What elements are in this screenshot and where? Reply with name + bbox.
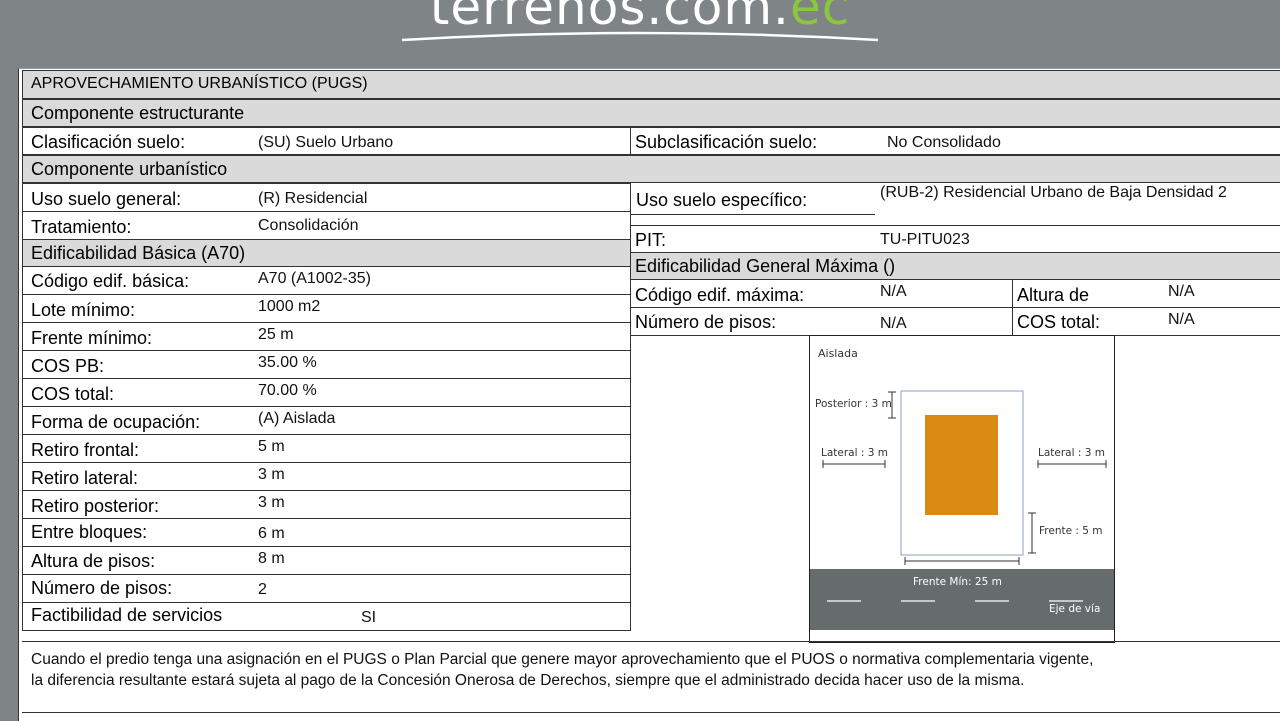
basic-label: Factibilidad de servicios (31, 605, 223, 625)
note-top-border (22, 641, 1280, 642)
uso-especifico-label: Uso suelo específico: (636, 190, 808, 210)
building-block (925, 415, 998, 515)
uso-general-label: Uso suelo general: (31, 189, 182, 209)
legal-note-line-2: la diferencia resultante estará sujeta a… (31, 672, 1025, 689)
pit-label: PIT: (635, 230, 667, 250)
max-cos-label: COS total: (1017, 312, 1101, 332)
edif-basica-title-row: Edificabilidad Básica (A70) (22, 239, 631, 267)
edif-maxima-title-row: Edificabilidad General Máxima () (630, 252, 1280, 280)
basic-label: Frente mínimo: (31, 328, 153, 348)
basic-value: 3 m (258, 466, 285, 483)
note-bottom-border (22, 712, 1280, 713)
basic-label: COS total: (31, 384, 115, 404)
occupation-diagram: Aislada Posterior : 3 m Lateral : 3 m La… (809, 335, 1115, 643)
basic-row-retiro-posterior: Retiro posterior: 3 m (22, 490, 631, 519)
basic-value: A70 (A1002-35) (258, 270, 371, 287)
diagram-title: Aislada (818, 347, 858, 360)
basic-value: 6 m (258, 525, 285, 542)
basic-label: Lote mínimo: (31, 300, 136, 320)
subclasificacion-value: No Consolidado (887, 134, 1001, 151)
section-structural-title: Componente estructurante (31, 103, 245, 123)
basic-row-lote: Lote mínimo: 1000 m2 (22, 294, 631, 323)
basic-label: Número de pisos: (31, 578, 173, 598)
max-codigo-row: Código edif. máxima: N/A Altura de N/A (630, 279, 1280, 308)
basic-row-frente: Frente mínimo: 25 m (22, 322, 631, 351)
section-urban-row: Componente urbanístico (22, 155, 1280, 183)
basic-label: Retiro posterior: (31, 496, 160, 516)
clasificacion-row: Clasificación suelo: (SU) Suelo Urbano (22, 127, 631, 155)
uso-general-value: (R) Residencial (258, 190, 368, 207)
basic-label: Retiro lateral: (31, 468, 139, 488)
max-altura-value: N/A (1168, 283, 1195, 300)
basic-label: Retiro frontal: (31, 440, 140, 460)
clasificacion-value: (SU) Suelo Urbano (258, 134, 394, 151)
basic-value: 35.00 % (258, 354, 317, 371)
basic-label: Código edif. básica: (31, 271, 190, 291)
basic-row-factibilidad: Factibilidad de servicios SI (22, 602, 631, 631)
uso-general-row: Uso suelo general: (R) Residencial (22, 183, 631, 212)
basic-value: 1000 m2 (258, 298, 321, 315)
max-column-divider (1012, 279, 1013, 336)
basic-value: 2 (258, 581, 267, 598)
basic-row-retiro-frontal: Retiro frontal: 5 m (22, 434, 631, 463)
max-pisos-label: Número de pisos: (635, 312, 777, 332)
legal-note: Cuando el predio tenga una asignación en… (31, 649, 1093, 691)
uso-especifico-value: (RUB-2) Residencial Urbano de Baja Densi… (880, 184, 1227, 201)
max-codigo-value: N/A (880, 283, 907, 300)
frente-label: Frente : 5 m (1039, 525, 1103, 537)
logo-swoosh-icon (401, 31, 879, 42)
basic-value: (A) Aislada (258, 410, 336, 427)
basic-row-cos-total: COS total: 70.00 % (22, 378, 631, 407)
basic-row-numero-pisos: Número de pisos: 2 (22, 574, 631, 603)
urban-use-document: APROVECHAMIENTO URBANÍSTICO (PUGS) Compo… (18, 68, 1280, 721)
basic-value: SI (361, 609, 377, 626)
section-urban-title: Componente urbanístico (31, 159, 228, 179)
tratamiento-row: Tratamiento: Consolidación (22, 211, 631, 240)
max-cos-value: N/A (1168, 311, 1195, 328)
subclasificacion-label: Subclasificación suelo: (635, 132, 818, 152)
lateral-left-label: Lateral : 3 m (821, 447, 888, 459)
max-altura-label: Altura de (1017, 285, 1090, 305)
basic-value: 25 m (258, 326, 294, 343)
document-header-row: APROVECHAMIENTO URBANÍSTICO (PUGS) (22, 70, 1280, 99)
legal-note-line-1: Cuando el predio tenga una asignación en… (31, 651, 1094, 668)
lateral-right-label: Lateral : 3 m (1038, 447, 1105, 459)
edif-basica-title: Edificabilidad Básica (A70) (31, 243, 246, 263)
basic-row-entre-bloques: Entre bloques: 6 m (22, 518, 631, 547)
section-structural-row: Componente estructurante (22, 99, 1280, 127)
posterior-label: Posterior : 3 m (815, 398, 892, 410)
basic-value: 8 m (258, 550, 285, 567)
basic-row-retiro-lateral: Retiro lateral: 3 m (22, 462, 631, 491)
basic-row-altura: Altura de pisos: 8 m (22, 546, 631, 575)
tratamiento-label: Tratamiento: (31, 217, 132, 237)
pit-value: TU-PITU023 (880, 231, 970, 248)
max-pisos-value: N/A (880, 315, 907, 332)
basic-label: Entre bloques: (31, 522, 148, 542)
basic-row-forma: Forma de ocupación: (A) Aislada (22, 406, 631, 435)
basic-row-cos-pb: COS PB: 35.00 % (22, 350, 631, 379)
basic-label: Forma de ocupación: (31, 412, 201, 432)
subclasificacion-row: Subclasificación suelo: No Consolidado (630, 127, 1280, 155)
tratamiento-value: Consolidación (258, 217, 359, 234)
max-codigo-label: Código edif. máxima: (635, 285, 805, 305)
eje-via-label: Eje de vía (1049, 603, 1100, 615)
basic-value: 5 m (258, 438, 285, 455)
uso-especifico-underline (631, 214, 875, 215)
frente-min-label: Frente Mín: 25 m (913, 576, 1002, 588)
edif-maxima-title: Edificabilidad General Máxima () (635, 256, 896, 276)
basic-value: 3 m (258, 494, 285, 511)
document-header: APROVECHAMIENTO URBANÍSTICO (PUGS) (31, 75, 368, 92)
basic-value: 70.00 % (258, 382, 317, 399)
max-pisos-row: Número de pisos: N/A COS total: N/A (630, 307, 1280, 336)
clasificacion-label: Clasificación suelo: (31, 132, 186, 152)
basic-label: Altura de pisos: (31, 551, 156, 571)
basic-label: COS PB: (31, 356, 105, 376)
basic-row-codigo: Código edif. básica: A70 (A1002-35) (22, 266, 631, 295)
pit-row: PIT: TU-PITU023 (630, 225, 1280, 253)
